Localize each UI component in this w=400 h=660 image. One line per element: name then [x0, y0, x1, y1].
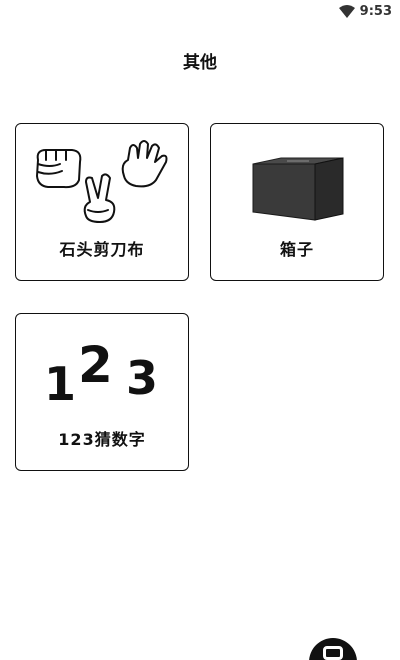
screen: 9:53 其他 石头剪刀布 箱子 1 2 3 123猜数字: [0, 0, 400, 660]
status-bar: 9:53: [0, 0, 400, 26]
game-card-guess-number[interactable]: 1 2 3 123猜数字: [15, 313, 189, 471]
number-2-glyph: 2: [78, 336, 113, 394]
game-card-rock-paper-scissors[interactable]: 石头剪刀布: [15, 123, 189, 281]
page-title: 其他: [183, 53, 217, 73]
status-right: 9:53: [338, 4, 392, 19]
game-card-box[interactable]: 箱子: [210, 123, 384, 281]
floating-bubble-icon: [323, 646, 343, 660]
number-1-glyph: 1: [44, 357, 76, 411]
status-time: 9:53: [359, 4, 392, 19]
cardboard-box-icon: [211, 124, 383, 234]
game-label: 箱子: [279, 240, 314, 259]
game-label: 石头剪刀布: [59, 240, 145, 259]
wifi-icon: [338, 5, 355, 18]
rock-paper-scissors-hands-icon: [16, 124, 188, 234]
numbers-123-icon: 1 2 3: [16, 314, 188, 424]
floating-bubble-button[interactable]: [309, 638, 357, 660]
game-label: 123猜数字: [58, 430, 146, 449]
number-3-glyph: 3: [126, 351, 158, 405]
